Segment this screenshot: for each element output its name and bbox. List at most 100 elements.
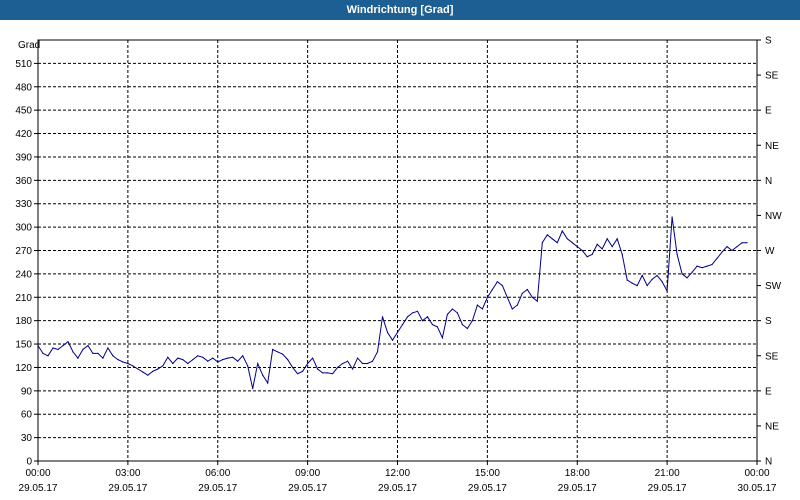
right-tick-label: SE — [765, 351, 779, 362]
y-tick-label: 150 — [15, 340, 32, 351]
data-point — [691, 271, 693, 273]
data-point — [421, 320, 424, 322]
x-tick-date: 29.05.17 — [558, 483, 597, 494]
right-tick-label: W — [765, 246, 775, 257]
data-point — [152, 370, 154, 372]
data-point — [147, 374, 149, 376]
data-point — [521, 292, 523, 294]
data-point — [57, 348, 59, 351]
data-point — [491, 288, 493, 291]
data-point — [596, 243, 598, 245]
right-tick-label: S — [765, 36, 772, 47]
data-point — [701, 267, 703, 269]
x-axis: 00:00 29.05.17 03:00 29.05.17 06:00 29.05.17 0… — [19, 461, 777, 494]
y-tick-label: 300 — [15, 223, 32, 234]
data-point — [87, 345, 89, 347]
x-tick-time: 03:00 — [115, 468, 140, 479]
data-point — [287, 359, 289, 361]
data-point — [127, 362, 129, 365]
data-point — [52, 347, 54, 349]
y-tick-label: 270 — [15, 246, 32, 257]
x-tick-time: 00:00 — [25, 468, 50, 479]
data-point — [471, 320, 473, 322]
data-point — [581, 249, 583, 252]
data-point — [591, 253, 593, 255]
data-point — [651, 278, 653, 280]
data-point — [601, 248, 603, 250]
data-point — [366, 362, 369, 365]
data-point — [436, 326, 439, 328]
data-point — [277, 351, 279, 353]
data-point — [282, 353, 284, 355]
chart-title-bar: Windrichtung [Grad] — [0, 0, 800, 20]
data-point — [401, 323, 404, 326]
data-point — [706, 265, 708, 267]
right-tick-label: E — [765, 106, 772, 117]
data-point — [42, 352, 44, 355]
data-point — [202, 356, 204, 358]
data-point — [302, 370, 304, 372]
data-point — [322, 372, 324, 374]
data-point — [456, 312, 459, 314]
y-tick-label: 450 — [15, 106, 32, 117]
x-tick-time: 18:00 — [565, 468, 590, 479]
data-point — [82, 348, 84, 351]
data-point — [476, 304, 478, 306]
y-tick-label: 90 — [21, 386, 33, 397]
data-point — [631, 282, 633, 284]
data-point — [506, 296, 508, 298]
data-point — [137, 368, 139, 370]
data-point — [736, 246, 738, 248]
data-point — [641, 274, 643, 277]
data-point — [636, 284, 638, 287]
data-point — [187, 362, 189, 365]
data-point — [716, 257, 718, 259]
data-point — [122, 361, 124, 363]
data-point — [67, 341, 69, 343]
data-point — [376, 351, 379, 353]
data-point — [386, 331, 389, 333]
data-point — [317, 368, 319, 370]
left-axis: 0 30 60 90 120 150 180 210 240 270 300 330 360 390 420… — [15, 59, 38, 468]
x-tick-time: 00:00 — [744, 468, 769, 479]
data-point — [656, 274, 658, 277]
data-point — [132, 365, 134, 367]
data-point — [107, 347, 109, 349]
data-point — [516, 304, 518, 306]
data-point — [272, 348, 274, 351]
data-point — [711, 263, 713, 266]
right-tick-label: N — [765, 457, 772, 468]
data-point — [346, 360, 349, 362]
right-tick-label: S — [765, 316, 772, 327]
x-tick-time: 12:00 — [385, 468, 410, 479]
data-point — [182, 359, 184, 361]
data-point — [341, 362, 344, 365]
y-tick-label: 330 — [15, 199, 32, 210]
data-point — [117, 359, 119, 361]
right-tick-label: NE — [765, 421, 779, 432]
data-point — [391, 339, 394, 341]
data-point — [441, 337, 444, 339]
data-point — [207, 360, 209, 362]
x-tick-date: 29.05.17 — [19, 483, 58, 494]
data-point — [726, 246, 728, 248]
data-point — [666, 290, 668, 292]
data-point — [606, 238, 608, 240]
data-point — [396, 331, 399, 333]
data-point — [167, 356, 169, 358]
y-tick-label: 180 — [15, 316, 32, 327]
right-tick-label: SE — [765, 71, 779, 82]
y-tick-label: 480 — [15, 82, 32, 93]
data-point — [356, 357, 359, 359]
data-point — [536, 300, 538, 302]
data-point — [177, 357, 179, 359]
data-point — [611, 246, 613, 248]
data-point — [646, 284, 648, 287]
y-tick-label: 120 — [15, 363, 32, 374]
data-point — [431, 323, 434, 326]
series-layer — [37, 216, 748, 390]
data-point — [556, 242, 558, 244]
data-point — [741, 242, 743, 244]
x-tick-time: 21:00 — [655, 468, 680, 479]
data-point — [77, 357, 79, 359]
